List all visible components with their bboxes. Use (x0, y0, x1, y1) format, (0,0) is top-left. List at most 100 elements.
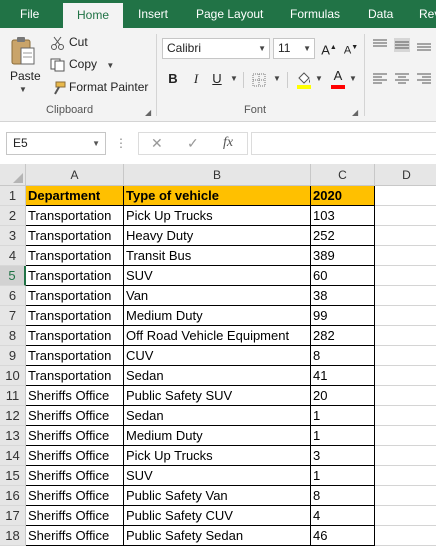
cut-button[interactable]: Cut (50, 33, 88, 51)
cell-2020-value[interactable]: 252 (311, 226, 375, 246)
cell-empty[interactable] (375, 186, 436, 206)
column-header-c[interactable]: C (311, 164, 375, 186)
underline-dropdown-icon[interactable]: ▼ (229, 68, 239, 90)
cell-empty[interactable] (375, 466, 436, 486)
cell-empty[interactable] (375, 246, 436, 266)
chevron-down-icon[interactable]: ▼ (303, 39, 311, 58)
cell-2020-value[interactable]: 20 (311, 386, 375, 406)
cell-vehicle-type[interactable]: Medium Duty (124, 306, 311, 326)
cell-department[interactable]: Transportation (26, 326, 124, 346)
copy-dropdown-icon[interactable]: ▼ (106, 61, 114, 70)
font-color-dropdown-icon[interactable]: ▼ (348, 68, 358, 90)
row-header[interactable]: 4 (0, 246, 26, 266)
underline-button[interactable]: U (210, 68, 224, 90)
row-header[interactable]: 5 (0, 266, 26, 286)
tab-data[interactable]: Data (368, 0, 393, 28)
paste-dropdown-icon[interactable]: ▼ (19, 85, 27, 94)
cell-vehicle-type[interactable]: Van (124, 286, 311, 306)
cell-department[interactable]: Transportation (26, 246, 124, 266)
cell-2020-value[interactable]: 3 (311, 446, 375, 466)
cell-vehicle-type[interactable]: Sedan (124, 406, 311, 426)
row-header[interactable]: 9 (0, 346, 26, 366)
insert-function-icon[interactable]: fx (223, 135, 233, 151)
font-color-button[interactable]: A (330, 68, 346, 90)
row-header[interactable]: 3 (0, 226, 26, 246)
cell-department[interactable]: Sheriffs Office (26, 426, 124, 446)
cell-vehicle-type[interactable]: Public Safety Sedan (124, 526, 311, 546)
bold-button[interactable]: B (166, 68, 180, 90)
cell-vehicle-type[interactable]: Pick Up Trucks (124, 206, 311, 226)
cell-department[interactable]: Transportation (26, 266, 124, 286)
cancel-icon[interactable]: ✕ (151, 135, 163, 152)
font-name-combo[interactable]: Calibri ▼ (162, 38, 270, 59)
borders-button[interactable] (250, 68, 268, 90)
borders-dropdown-icon[interactable]: ▼ (272, 68, 282, 90)
cell-empty[interactable] (375, 526, 436, 546)
cell-empty[interactable] (375, 366, 436, 386)
font-launcher-icon[interactable]: ◢ (352, 108, 358, 117)
fill-color-dropdown-icon[interactable]: ▼ (314, 68, 324, 90)
shrink-font-button[interactable]: A▼ (342, 37, 360, 59)
cell-vehicle-type[interactable]: Transit Bus (124, 246, 311, 266)
cell-empty[interactable] (375, 506, 436, 526)
cell-vehicle-type[interactable]: CUV (124, 346, 311, 366)
select-all-button[interactable] (0, 164, 26, 186)
cell-department[interactable]: Sheriffs Office (26, 526, 124, 546)
cell-empty[interactable] (375, 266, 436, 286)
cell-empty[interactable] (375, 286, 436, 306)
cell-empty[interactable] (375, 486, 436, 506)
cell-empty[interactable] (375, 386, 436, 406)
cell-empty[interactable] (375, 446, 436, 466)
cell-2020-value[interactable]: 41 (311, 366, 375, 386)
cell-department[interactable]: Transportation (26, 226, 124, 246)
name-box[interactable]: E5 ▼ (6, 132, 106, 155)
row-header[interactable]: 6 (0, 286, 26, 306)
cell-department[interactable]: Sheriffs Office (26, 506, 124, 526)
row-header[interactable]: 14 (0, 446, 26, 466)
cell-2020-value[interactable]: 8 (311, 486, 375, 506)
row-header[interactable]: 11 (0, 386, 26, 406)
cell-empty[interactable] (375, 346, 436, 366)
row-header[interactable]: 18 (0, 526, 26, 546)
fill-color-button[interactable] (295, 68, 313, 90)
cell-department[interactable]: Sheriffs Office (26, 406, 124, 426)
worksheet-grid[interactable]: A B C D 1 Department Type of vehicle 2020 2 T… (0, 164, 436, 547)
cell-2020-value[interactable]: 1 (311, 426, 375, 446)
cell-department[interactable]: Transportation (26, 286, 124, 306)
tab-page-layout[interactable]: Page Layout (196, 0, 263, 28)
row-header[interactable]: 1 (0, 186, 26, 206)
align-right-icon[interactable] (416, 72, 432, 86)
align-middle-icon[interactable] (394, 38, 410, 52)
header-cell[interactable]: Department (26, 186, 124, 206)
row-header[interactable]: 7 (0, 306, 26, 326)
cell-vehicle-type[interactable]: Public Safety SUV (124, 386, 311, 406)
row-header[interactable]: 15 (0, 466, 26, 486)
cell-2020-value[interactable]: 103 (311, 206, 375, 226)
column-header-b[interactable]: B (124, 164, 311, 186)
cell-2020-value[interactable]: 60 (311, 266, 375, 286)
chevron-down-icon[interactable]: ▼ (258, 39, 266, 58)
cell-vehicle-type[interactable]: Heavy Duty (124, 226, 311, 246)
align-bottom-icon[interactable] (416, 38, 432, 52)
row-header[interactable]: 17 (0, 506, 26, 526)
clipboard-launcher-icon[interactable]: ◢ (145, 108, 151, 117)
align-center-icon[interactable] (394, 72, 410, 86)
enter-icon[interactable]: ✓ (187, 135, 199, 152)
formula-bar-splitter[interactable]: ⋮ (115, 136, 127, 150)
header-cell[interactable]: Type of vehicle (124, 186, 311, 206)
row-header[interactable]: 10 (0, 366, 26, 386)
row-header[interactable]: 8 (0, 326, 26, 346)
cell-department[interactable]: Transportation (26, 366, 124, 386)
cell-empty[interactable] (375, 306, 436, 326)
align-top-icon[interactable] (372, 38, 388, 52)
cell-2020-value[interactable]: 99 (311, 306, 375, 326)
cell-vehicle-type[interactable]: Public Safety Van (124, 486, 311, 506)
cell-vehicle-type[interactable]: Off Road Vehicle Equipment (124, 326, 311, 346)
cell-2020-value[interactable]: 282 (311, 326, 375, 346)
tab-review[interactable]: Rev (419, 0, 436, 28)
cell-empty[interactable] (375, 406, 436, 426)
row-header[interactable]: 16 (0, 486, 26, 506)
tab-formulas[interactable]: Formulas (290, 0, 340, 28)
formula-input[interactable] (251, 132, 436, 155)
cell-2020-value[interactable]: 46 (311, 526, 375, 546)
